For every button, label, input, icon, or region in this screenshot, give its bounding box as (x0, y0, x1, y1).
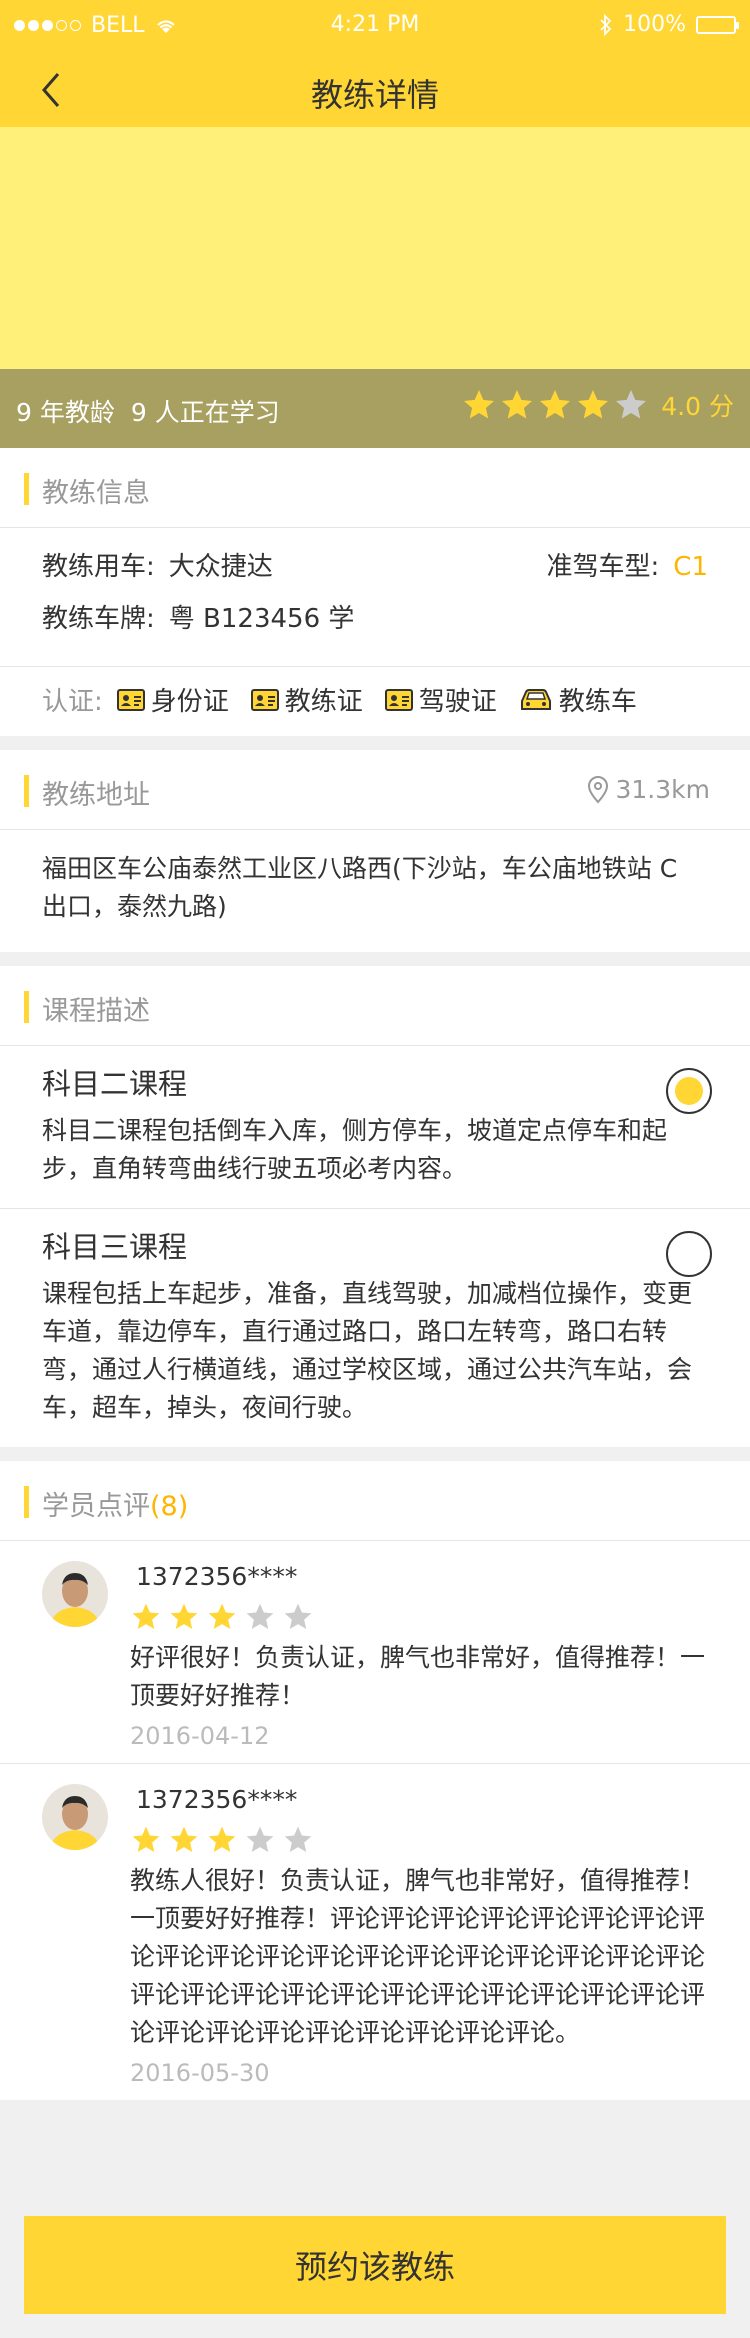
certification-row: 认证: 身份证 教练证 驾驶证 教练车 (0, 666, 750, 736)
coach-rating: 4.0 分 (461, 387, 734, 423)
section-title: 教练地址 (42, 780, 150, 811)
distance: 31.3km (586, 775, 711, 804)
cert-name: 驾驶证 (418, 687, 497, 717)
cert-coach-car: 教练车 (519, 681, 637, 718)
star-filled-icon (208, 1826, 236, 1852)
review-date: 2016-04-12 (130, 1722, 270, 1750)
cert-coach-license: 教练证 (250, 681, 363, 718)
course-description: 科目二课程包括倒车入库，侧方停车，坡道定点停车和起步，直角转弯曲线行驶五项必考内… (42, 1116, 668, 1183)
section-title: 教练信息 (42, 478, 150, 509)
coach-car-row: 教练用车: 大众捷达 准驾车型: C1 (42, 546, 708, 598)
course-radio-selected[interactable] (666, 1068, 712, 1114)
car-label: 教练用车: (42, 552, 155, 582)
coach-address-section: 教练地址 31.3km 福田区车公庙泰然工业区八路西(下沙站，车公庙地铁站 C … (0, 750, 750, 952)
section-title: 课程描述 (42, 996, 150, 1027)
review-text: 好评很好！负责认证，脾气也非常好，值得推荐！一顶要好好推荐！ (130, 1643, 706, 1710)
section-title: 学员点评(8) (42, 1484, 188, 1523)
car-value: 大众捷达 (168, 552, 273, 582)
id-card-icon (250, 688, 279, 711)
license-type-label: 准驾车型: (546, 552, 660, 582)
cert-id-card: 身份证 (116, 681, 229, 718)
current-learners: 9 人正在学习 (130, 398, 280, 427)
license-type-value: C1 (673, 552, 708, 582)
review-text: 教练人很好！负责认证，脾气也非常好，值得推荐！一顶要好好推荐！评论评论评论评论评… (130, 1866, 706, 2047)
reviewer-name: 1372356**** (136, 1785, 298, 1814)
plate-value: 粤 B123456 学 (168, 604, 355, 634)
star-filled-icon (464, 390, 495, 419)
id-card-icon (116, 688, 145, 711)
avatar (42, 1784, 108, 1850)
coach-info-section: 教练信息 教练用车: 大众捷达 准驾车型: C1 教练车牌: 粤 B123456 学 … (0, 448, 750, 736)
star-filled-icon (170, 1826, 198, 1852)
book-coach-button[interactable]: 预约该教练 (24, 2216, 726, 2314)
bluetooth-icon (600, 13, 612, 36)
review-stars (130, 1601, 726, 1633)
course-title: 科目二课程 (42, 1067, 188, 1101)
location-pin-icon (587, 775, 608, 803)
id-card-icon (384, 688, 413, 711)
top-bar: BELL 4:21 PM 100% 教练详情 (0, 0, 750, 127)
section-header: 学员点评(8) (0, 1461, 750, 1541)
course-title: 科目三课程 (42, 1230, 188, 1264)
star-filled-icon (502, 390, 533, 419)
course-section: 课程描述 科目二课程 科目二课程包括倒车入库，侧方停车，坡道定点停车和起步，直角… (0, 966, 750, 1447)
cert-name: 教练证 (284, 687, 363, 717)
star-empty-icon (246, 1603, 274, 1629)
course-item[interactable]: 科目三课程 课程包括上车起步，准备，直线驾驶，加减档位操作，变更车道，靠边停车，… (0, 1208, 750, 1447)
coach-stats-bar: 9 年教龄 9 人正在学习 4.0 分 (0, 369, 750, 448)
coach-photo-area: 9 年教龄 9 人正在学习 4.0 分 (0, 127, 750, 448)
page-title: 教练详情 (310, 76, 439, 114)
teaching-years: 9 年教龄 (16, 398, 115, 427)
review-date: 2016-05-30 (130, 2059, 270, 2087)
distance-value: 31.3km (615, 775, 711, 804)
car-icon (520, 688, 551, 710)
cert-driver-license: 驾驶证 (384, 681, 497, 718)
star-filled-icon (132, 1603, 160, 1629)
avatar (42, 1561, 108, 1627)
star-filled-icon (578, 390, 609, 419)
battery-percent: 100% (623, 12, 686, 37)
star-empty-icon (284, 1603, 312, 1629)
cert-name: 身份证 (150, 687, 229, 717)
rating-stars (461, 387, 649, 423)
nav-bar: 教练详情 (0, 52, 750, 127)
status-bar: BELL 4:21 PM 100% (0, 0, 750, 52)
bottom-bar: 预约该教练 (0, 2208, 750, 2338)
address-text: 福田区车公庙泰然工业区八路西(下沙站，车公庙地铁站 C 出口，泰然九路) (42, 854, 678, 921)
plate-label: 教练车牌: (42, 604, 155, 634)
star-filled-icon (208, 1603, 236, 1629)
star-empty-icon (284, 1826, 312, 1852)
plate-row: 教练车牌: 粤 B123456 学 (42, 598, 708, 650)
cert-label: 认证: (42, 687, 103, 717)
course-radio[interactable] (666, 1231, 712, 1277)
rating-score: 4.0 分 (661, 392, 734, 421)
cert-name: 教练车 (558, 687, 637, 717)
reviewer-name: 1372356**** (136, 1562, 298, 1591)
review-item: 1372356**** 好评很好！负责认证，脾气也非常好，值得推荐！一顶要好好推… (0, 1541, 750, 1763)
section-header: 教练地址 31.3km (0, 750, 750, 830)
review-stars (130, 1824, 726, 1856)
star-filled-icon (170, 1603, 198, 1629)
star-filled-icon (132, 1826, 160, 1852)
reviews-section: 学员点评(8) 1372356**** 好评很好！负责认证，脾气也非常好，值得推… (0, 1461, 750, 2100)
course-description: 课程包括上车起步，准备，直线驾驶，加减档位操作，变更车道，靠边停车，直行通过路口… (42, 1279, 693, 1422)
battery-icon (696, 15, 739, 34)
review-item: 1372356**** 教练人很好！负责认证，脾气也非常好，值得推荐！一顶要好好… (0, 1763, 750, 2100)
star-empty-icon (246, 1826, 274, 1852)
section-header: 课程描述 (0, 966, 750, 1046)
star-filled-icon (540, 390, 571, 419)
section-header: 教练信息 (0, 448, 750, 528)
reviews-heading: 学员点评 (42, 1491, 150, 1522)
course-item[interactable]: 科目二课程 科目二课程包括倒车入库，侧方停车，坡道定点停车和起步，直角转弯曲线行… (0, 1046, 750, 1208)
star-empty-icon (616, 390, 647, 419)
review-count: (8) (150, 1491, 189, 1522)
